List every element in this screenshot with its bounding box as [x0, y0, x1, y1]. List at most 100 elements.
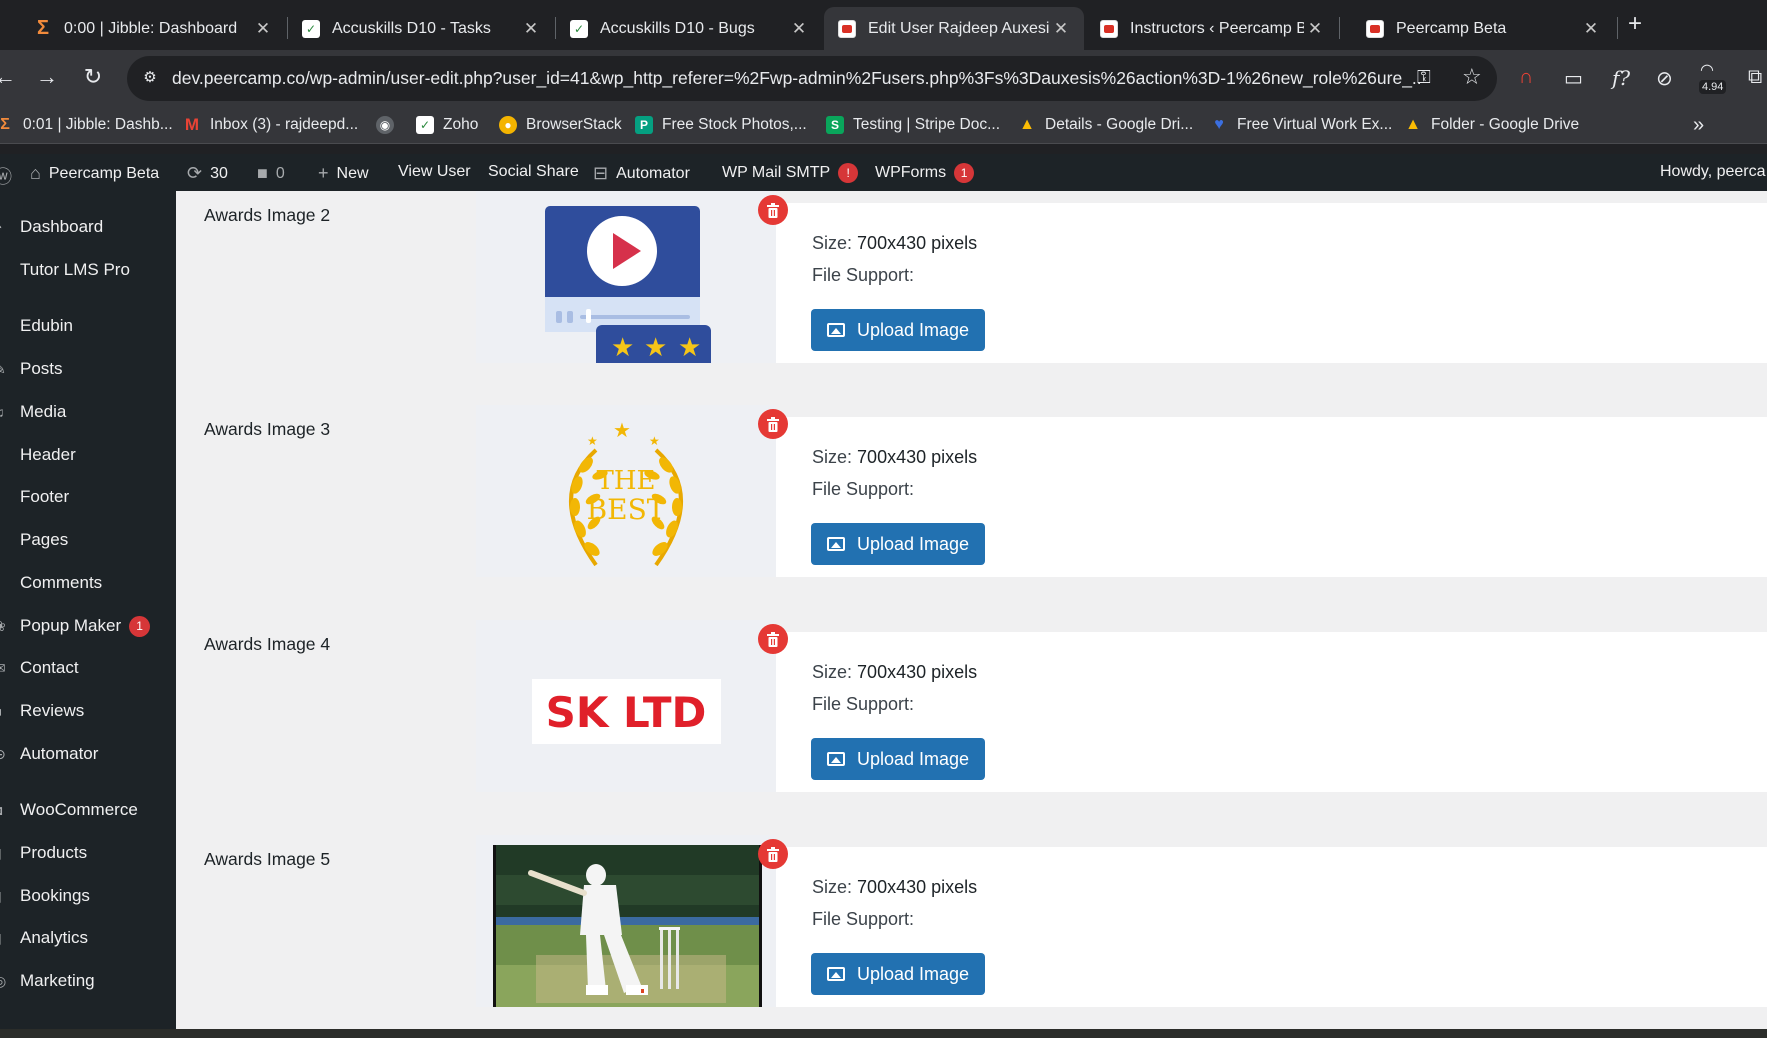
tab-accuskills-bugs[interactable]: ✓ Accuskills D10 - Bugs ✕	[556, 7, 822, 50]
admin-updates[interactable]: ⟳ 30	[187, 163, 228, 184]
bookmark-label: Free Virtual Work Ex...	[1237, 116, 1393, 133]
sidebar-item-media[interactable]: ♫Media	[0, 394, 176, 430]
magnet-extension-icon[interactable]: ∩	[1519, 66, 1533, 89]
bookmark-gmail[interactable]: M Inbox (3) - rajdeepd...	[183, 115, 359, 134]
plus-icon: +	[318, 163, 329, 183]
admin-new[interactable]: + New	[318, 163, 369, 184]
cricket-batsman-photo	[493, 845, 762, 1007]
reload-icon[interactable]: ↻	[78, 64, 108, 90]
sidebar-item-automator[interactable]: ⊝Automator	[0, 736, 176, 772]
address-bar[interactable]: ⚙ dev.peercamp.co/wp-admin/user-edit.php…	[127, 56, 1497, 101]
close-icon[interactable]: ✕	[1050, 19, 1072, 39]
sidebar-item-edubin[interactable]: Edubin	[0, 308, 176, 344]
sidebar-item-products[interactable]: ▮Products	[0, 835, 176, 871]
tab-jibble[interactable]: Σ 0:00 | Jibble: Dashboard ✕	[20, 7, 286, 50]
admin-howdy[interactable]: Howdy, peerca	[1660, 163, 1766, 181]
bookmark-label: Folder - Google Drive	[1431, 116, 1580, 133]
bookmark-globe[interactable]: ◉	[376, 116, 403, 134]
upload-image-button[interactable]: Upload Image	[811, 309, 985, 351]
site-info-icon[interactable]: ⚙	[139, 67, 161, 89]
extension-badge: 4.94	[1699, 80, 1727, 94]
forward-icon[interactable]: →	[32, 64, 62, 90]
bookmark-label: Free Stock Photos,...	[662, 116, 807, 133]
admin-view-user[interactable]: View User	[398, 163, 471, 181]
delete-button[interactable]	[758, 409, 788, 439]
sk-ltd-logo-image: SK LTD	[532, 679, 721, 744]
wordpress-logo-icon[interactable]: ⓦ	[0, 163, 20, 189]
admin-wpforms[interactable]: WPForms 1	[875, 163, 975, 183]
laurel-text-bottom: BEST	[587, 493, 666, 526]
bookmark-gdrive-details[interactable]: ▲ Details - Google Dri...	[1018, 116, 1193, 134]
close-icon[interactable]: ✕	[788, 19, 810, 39]
close-icon[interactable]: ✕	[520, 19, 542, 39]
sidebar-item-footer[interactable]: Footer	[0, 479, 176, 515]
sidebar-item-marketing[interactable]: ◎ Marketing	[0, 963, 176, 999]
compass-extension-icon[interactable]: ⊘	[1656, 66, 1673, 91]
url-text[interactable]: dev.peercamp.co/wp-admin/user-edit.php?u…	[172, 68, 1422, 89]
delete-button[interactable]	[758, 624, 788, 654]
upload-image-button[interactable]: Upload Image	[811, 523, 985, 565]
sidebar-item-bookings[interactable]: ▯Bookings	[0, 878, 176, 914]
zoho-icon: ✓	[416, 116, 434, 134]
the-best-laurel-image: ★ ★ ★ THE BEST	[569, 418, 683, 567]
close-icon[interactable]: ✕	[1304, 19, 1326, 39]
updates-icon: ⟳	[187, 163, 203, 183]
bookmark-zoho[interactable]: ✓ Zoho	[416, 116, 478, 134]
analytics-icon: ▮	[0, 930, 14, 947]
tab-instructors[interactable]: Instructors ‹ Peercamp Beta ✕	[1086, 7, 1338, 50]
admin-wp-mail-smtp[interactable]: WP Mail SMTP !	[722, 163, 859, 183]
upload-panel: Size: 700x430 pixels File Support: Uploa…	[776, 632, 1767, 792]
sidebar-item-pages[interactable]: Pages	[0, 522, 176, 558]
bookmark-browserstack[interactable]: ● BrowserStack	[499, 116, 622, 134]
new-tab-button[interactable]: +	[1628, 10, 1642, 38]
file-support-info: File Support:	[812, 909, 915, 929]
admin-site-link[interactable]: ⌂ Peercamp Beta	[30, 163, 159, 184]
close-icon[interactable]: ✕	[252, 19, 274, 39]
sidebar-item-header[interactable]: Header	[0, 437, 176, 473]
count-badge: 1	[954, 163, 975, 183]
tab-accuskills-tasks[interactable]: ✓ Accuskills D10 - Tasks ✕	[288, 7, 554, 50]
close-icon[interactable]: ✕	[1580, 19, 1602, 39]
sidebar-item-dashboard[interactable]: ◔Dashboard	[0, 209, 176, 245]
tab-edit-user[interactable]: Edit User Rajdeep Auxesis ✕	[824, 7, 1084, 50]
trash-icon	[767, 846, 779, 862]
bookmark-pexels[interactable]: P Free Stock Photos,...	[635, 116, 807, 134]
tab-peercamp-beta[interactable]: Peercamp Beta ✕	[1352, 7, 1614, 50]
peercamp-icon	[1366, 19, 1384, 38]
bookmark-gdrive-folder[interactable]: ▲ Folder - Google Drive	[1404, 116, 1579, 134]
sidebar-item-comments[interactable]: Comments	[0, 565, 176, 601]
admin-automator[interactable]: ⊟ Automator	[593, 163, 690, 184]
formula-extension-icon[interactable]: f?	[1612, 66, 1630, 90]
upload-image-button[interactable]: Upload Image	[811, 738, 985, 780]
bookmark-label: Inbox (3) - rajdeepd...	[210, 116, 359, 133]
admin-social-share[interactable]: Social Share	[488, 163, 579, 181]
bookmark-forage[interactable]: ♥ Free Virtual Work Ex...	[1210, 116, 1392, 134]
sidebar-item-reviews[interactable]: ◂Reviews	[0, 693, 176, 729]
password-key-icon[interactable]: ⚿	[1417, 67, 1431, 88]
new-label: New	[336, 164, 369, 182]
delete-button[interactable]	[758, 195, 788, 225]
sidebar-item-contact[interactable]: ✉Contact	[0, 650, 176, 686]
upload-image-button[interactable]: Upload Image	[811, 953, 985, 995]
extensions-puzzle-icon[interactable]: ⧉	[1748, 66, 1762, 89]
bookmark-jibble[interactable]: Σ 0:01 | Jibble: Dashb...	[0, 116, 172, 134]
bookmark-stripe[interactable]: S Testing | Stripe Doc...	[826, 116, 1000, 134]
more-bookmarks-icon[interactable]: »	[1693, 114, 1704, 137]
back-icon[interactable]: ←	[0, 64, 20, 90]
sidebar-item-posts[interactable]: ✎Posts	[0, 351, 176, 387]
award-row-3: Awards Image 3 ★ ★ ★ THE BEST Size: 700x…	[176, 405, 1767, 577]
sidebar-item-tutor-lms[interactable]: Tutor LMS Pro	[0, 252, 176, 288]
bookmarks-bar: Σ 0:01 | Jibble: Dashb... M Inbox (3) - …	[0, 108, 1767, 144]
sidebar-item-analytics[interactable]: ▮Analytics	[0, 920, 176, 956]
image-icon	[826, 537, 845, 551]
cast-icon[interactable]: ▭	[1564, 66, 1583, 91]
sidebar-item-woocommerce[interactable]: ◙WooCommerce	[0, 792, 176, 828]
popup-maker-icon: ❀	[0, 618, 14, 635]
speed-extension-icon[interactable]: ◠	[1700, 60, 1714, 80]
bookmark-star-icon[interactable]: ☆	[1462, 64, 1482, 90]
image-icon	[826, 323, 845, 337]
sidebar-item-popup-maker[interactable]: ❀Popup Maker1	[0, 608, 176, 644]
tab-title: Instructors ‹ Peercamp Beta	[1130, 19, 1304, 37]
admin-comments[interactable]: ■ 0	[257, 163, 285, 184]
delete-button[interactable]	[758, 839, 788, 869]
